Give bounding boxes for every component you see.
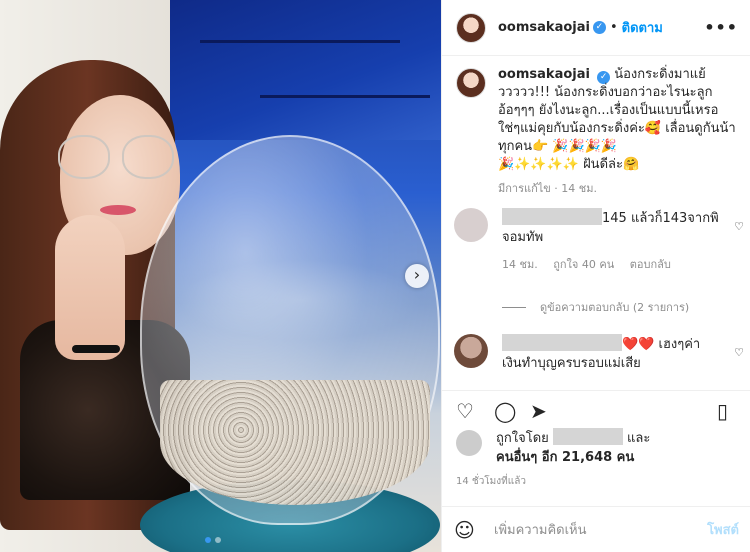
photo-glasses — [58, 135, 110, 179]
share-icon[interactable]: ➤ — [530, 399, 547, 423]
carousel-dots — [205, 537, 221, 543]
avatar[interactable] — [456, 68, 486, 98]
view-replies[interactable]: ดูข้อความตอบกลับ (2 รายการ) — [502, 298, 689, 316]
carousel-dot — [205, 537, 211, 543]
photo-bracelet — [72, 345, 120, 353]
avatar[interactable] — [454, 334, 488, 368]
comment-item: 145 แล้วก็143จากพิจอมทัพ 14 ชม. ถูกใจ 40… — [454, 208, 744, 274]
more-options-icon[interactable]: ••• — [704, 18, 738, 37]
photo-lips — [100, 205, 136, 215]
photo-arm — [55, 215, 125, 360]
avatar[interactable] — [456, 12, 486, 43]
replies-line — [502, 306, 526, 308]
avatar[interactable] — [454, 208, 488, 242]
post-caption: oomsakaojai ✓ น้องกระดิ่งมาแย้ววววว!!! น… — [456, 66, 746, 198]
comment-item: ❤️❤️ เฮงๆค่า เงินทำบุญครบรอบแม่เสีย ♡ — [454, 334, 744, 373]
redacted-username — [502, 334, 622, 351]
bookmark-icon[interactable]: ▯ — [717, 399, 728, 423]
post-panel: oomsakaojai ✓ • ติดตาม ••• oomsakaojai ✓… — [441, 0, 750, 552]
avatar[interactable] — [456, 430, 482, 456]
likes-prefix: ถูกใจโดย — [496, 431, 549, 446]
photo-rice — [160, 380, 430, 505]
view-replies-label: ดูข้อความตอบกลับ (2 รายการ) — [540, 301, 690, 314]
caption-text-end: 🎉✨✨✨✨ ฝันดีล่ะ🤗 — [498, 157, 640, 172]
heart-icon[interactable]: ♡ — [456, 399, 474, 423]
verified-icon: ✓ — [592, 21, 606, 34]
follow-button[interactable]: ติดตาม — [622, 17, 663, 38]
comment-icon[interactable]: ◯ — [494, 399, 516, 423]
emoji-icon[interactable]: ☺ — [454, 518, 482, 542]
carousel-dot — [215, 537, 221, 543]
comment-likes[interactable]: ถูกใจ 40 คน — [553, 258, 614, 271]
separator-dot: • — [609, 20, 618, 35]
photo-ceiling — [170, 0, 441, 140]
add-comment-bar: ☺ เพิ่มความคิดเห็น โพสต์ — [442, 506, 750, 552]
post-image[interactable]: › — [0, 0, 441, 552]
redacted-username — [502, 208, 602, 225]
redacted-username — [552, 428, 623, 445]
comment-like-icon[interactable]: ♡ — [734, 220, 744, 233]
next-image-button[interactable]: › — [405, 264, 429, 288]
caption-meta: มีการแก้ไข · 14 ชม. — [498, 182, 597, 195]
comment-time: 14 ชม. — [502, 258, 538, 271]
photo-beam — [200, 40, 400, 43]
verified-icon: ✓ — [597, 71, 611, 84]
comment-like-icon[interactable]: ♡ — [734, 346, 744, 359]
likes-summary: ถูกใจโดย และ คนอื่นๆ อีก 21,648 คน — [456, 428, 650, 467]
post-timestamp[interactable]: 14 ชั่วโมงที่แล้ว — [456, 474, 526, 489]
photo-beam — [260, 95, 430, 98]
likes-others[interactable]: คนอื่นๆ อีก 21,648 คน — [496, 450, 634, 465]
username[interactable]: oomsakaojai — [498, 20, 590, 35]
caption-username[interactable]: oomsakaojai — [498, 67, 590, 82]
action-bar: ♡ ◯ ➤ ▯ — [442, 390, 750, 430]
post-header: oomsakaojai ✓ • ติดตาม ••• — [442, 0, 750, 56]
reply-button[interactable]: ตอบกลับ — [630, 258, 671, 271]
likes-suffix: และ — [627, 431, 651, 446]
comment-input[interactable]: เพิ่มความคิดเห็น — [494, 519, 587, 540]
photo-glasses — [122, 135, 174, 179]
post-button[interactable]: โพสต์ — [707, 519, 739, 540]
